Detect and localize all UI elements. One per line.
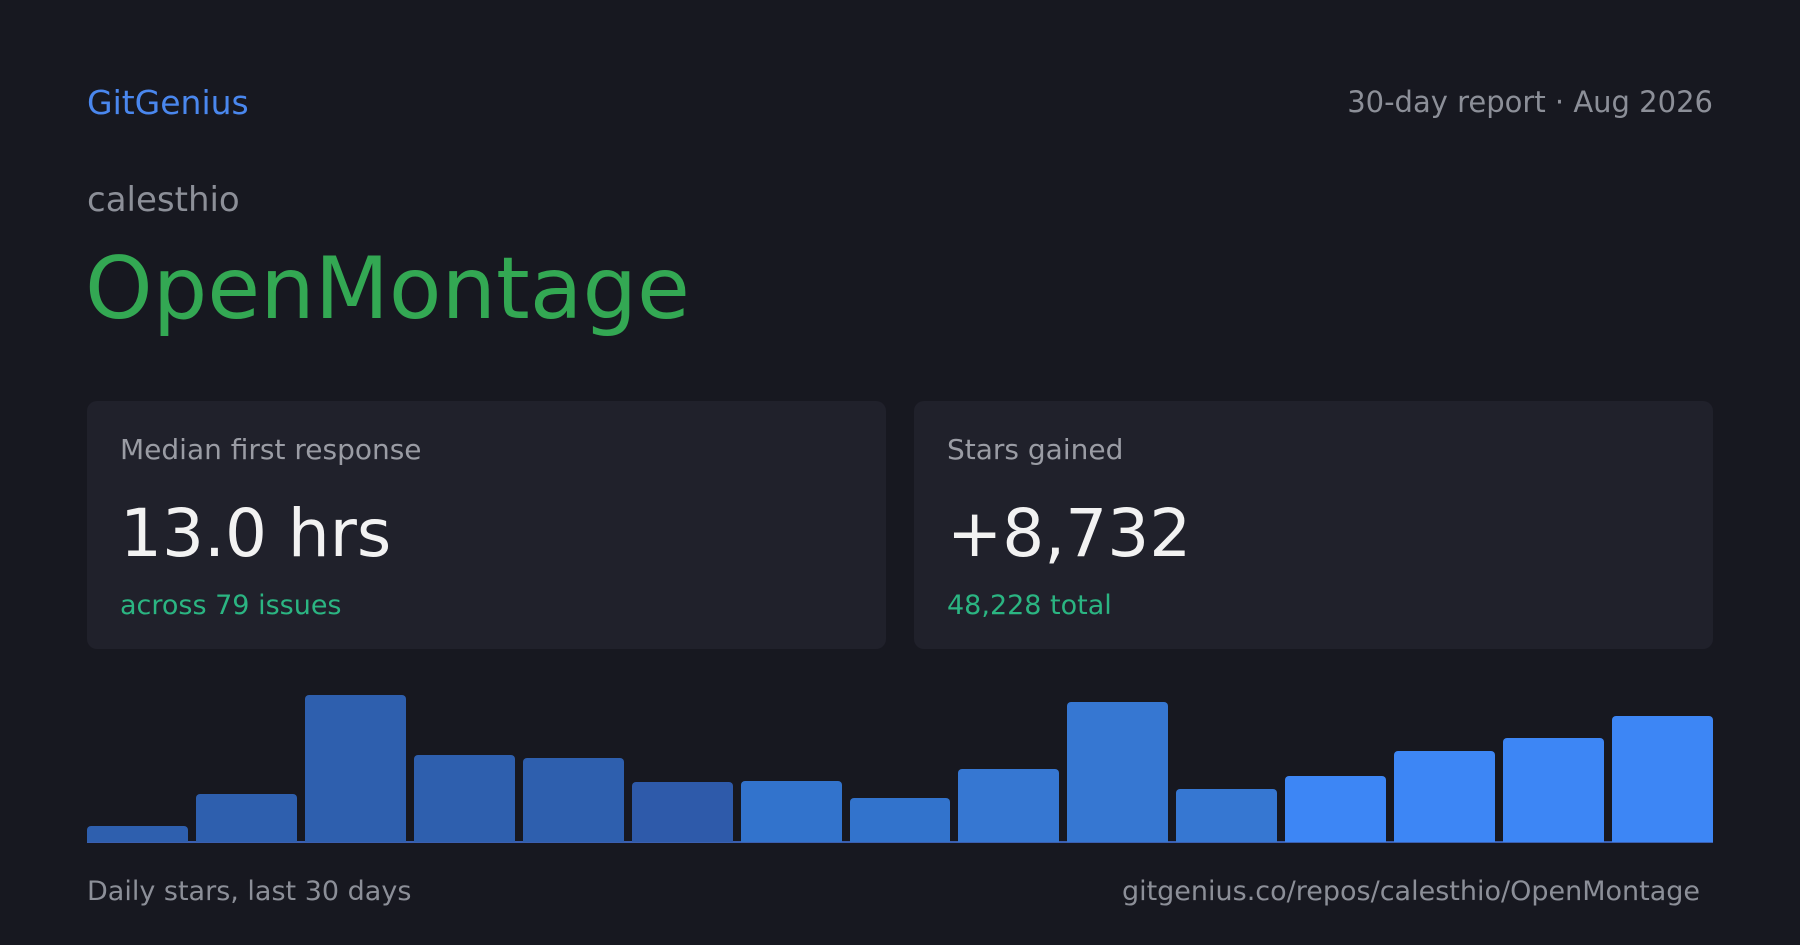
- chart-bar: [304, 695, 406, 842]
- chart-bar: [413, 755, 515, 842]
- metric-value: 13.0 hrs: [120, 495, 392, 572]
- chart-bar: [740, 780, 842, 842]
- header: GitGenius 30-day report · Aug 2026: [87, 80, 1713, 124]
- chart-bar: [958, 768, 1060, 842]
- chart-bar: [1067, 702, 1169, 842]
- metric-subtext: 48,228 total: [947, 590, 1112, 621]
- chart-bar: [1176, 788, 1278, 842]
- metric-label: Median first response: [120, 433, 422, 466]
- chart-caption: Daily stars, last 30 days: [87, 876, 412, 907]
- chart-bar: [631, 781, 733, 842]
- metric-subtext: across 79 issues: [120, 590, 342, 621]
- metric-label: Stars gained: [947, 433, 1124, 466]
- chart-bar: [1612, 715, 1713, 842]
- repo-name[interactable]: OpenMontage: [85, 234, 690, 344]
- chart-bar: [1394, 751, 1496, 842]
- repo-owner[interactable]: calesthio: [87, 180, 240, 220]
- metric-card-stars: Stars gained +8,732 48,228 total: [914, 401, 1713, 649]
- report-period: 30-day report · Aug 2026: [1347, 85, 1713, 119]
- repo-url-link[interactable]: gitgenius.co/repos/calesthio/OpenMontage: [1122, 876, 1700, 907]
- chart-bar: [1285, 775, 1387, 842]
- daily-stars-chart: [87, 688, 1713, 843]
- metric-value: +8,732: [947, 495, 1192, 572]
- chart-bar: [87, 825, 188, 842]
- chart-bar: [522, 758, 624, 842]
- chart-bar: [1503, 737, 1605, 842]
- chart-bar: [195, 794, 297, 842]
- brand-logo[interactable]: GitGenius: [87, 83, 249, 122]
- metric-card-response: Median first response 13.0 hrs across 79…: [87, 401, 886, 649]
- chart-bar: [849, 798, 951, 842]
